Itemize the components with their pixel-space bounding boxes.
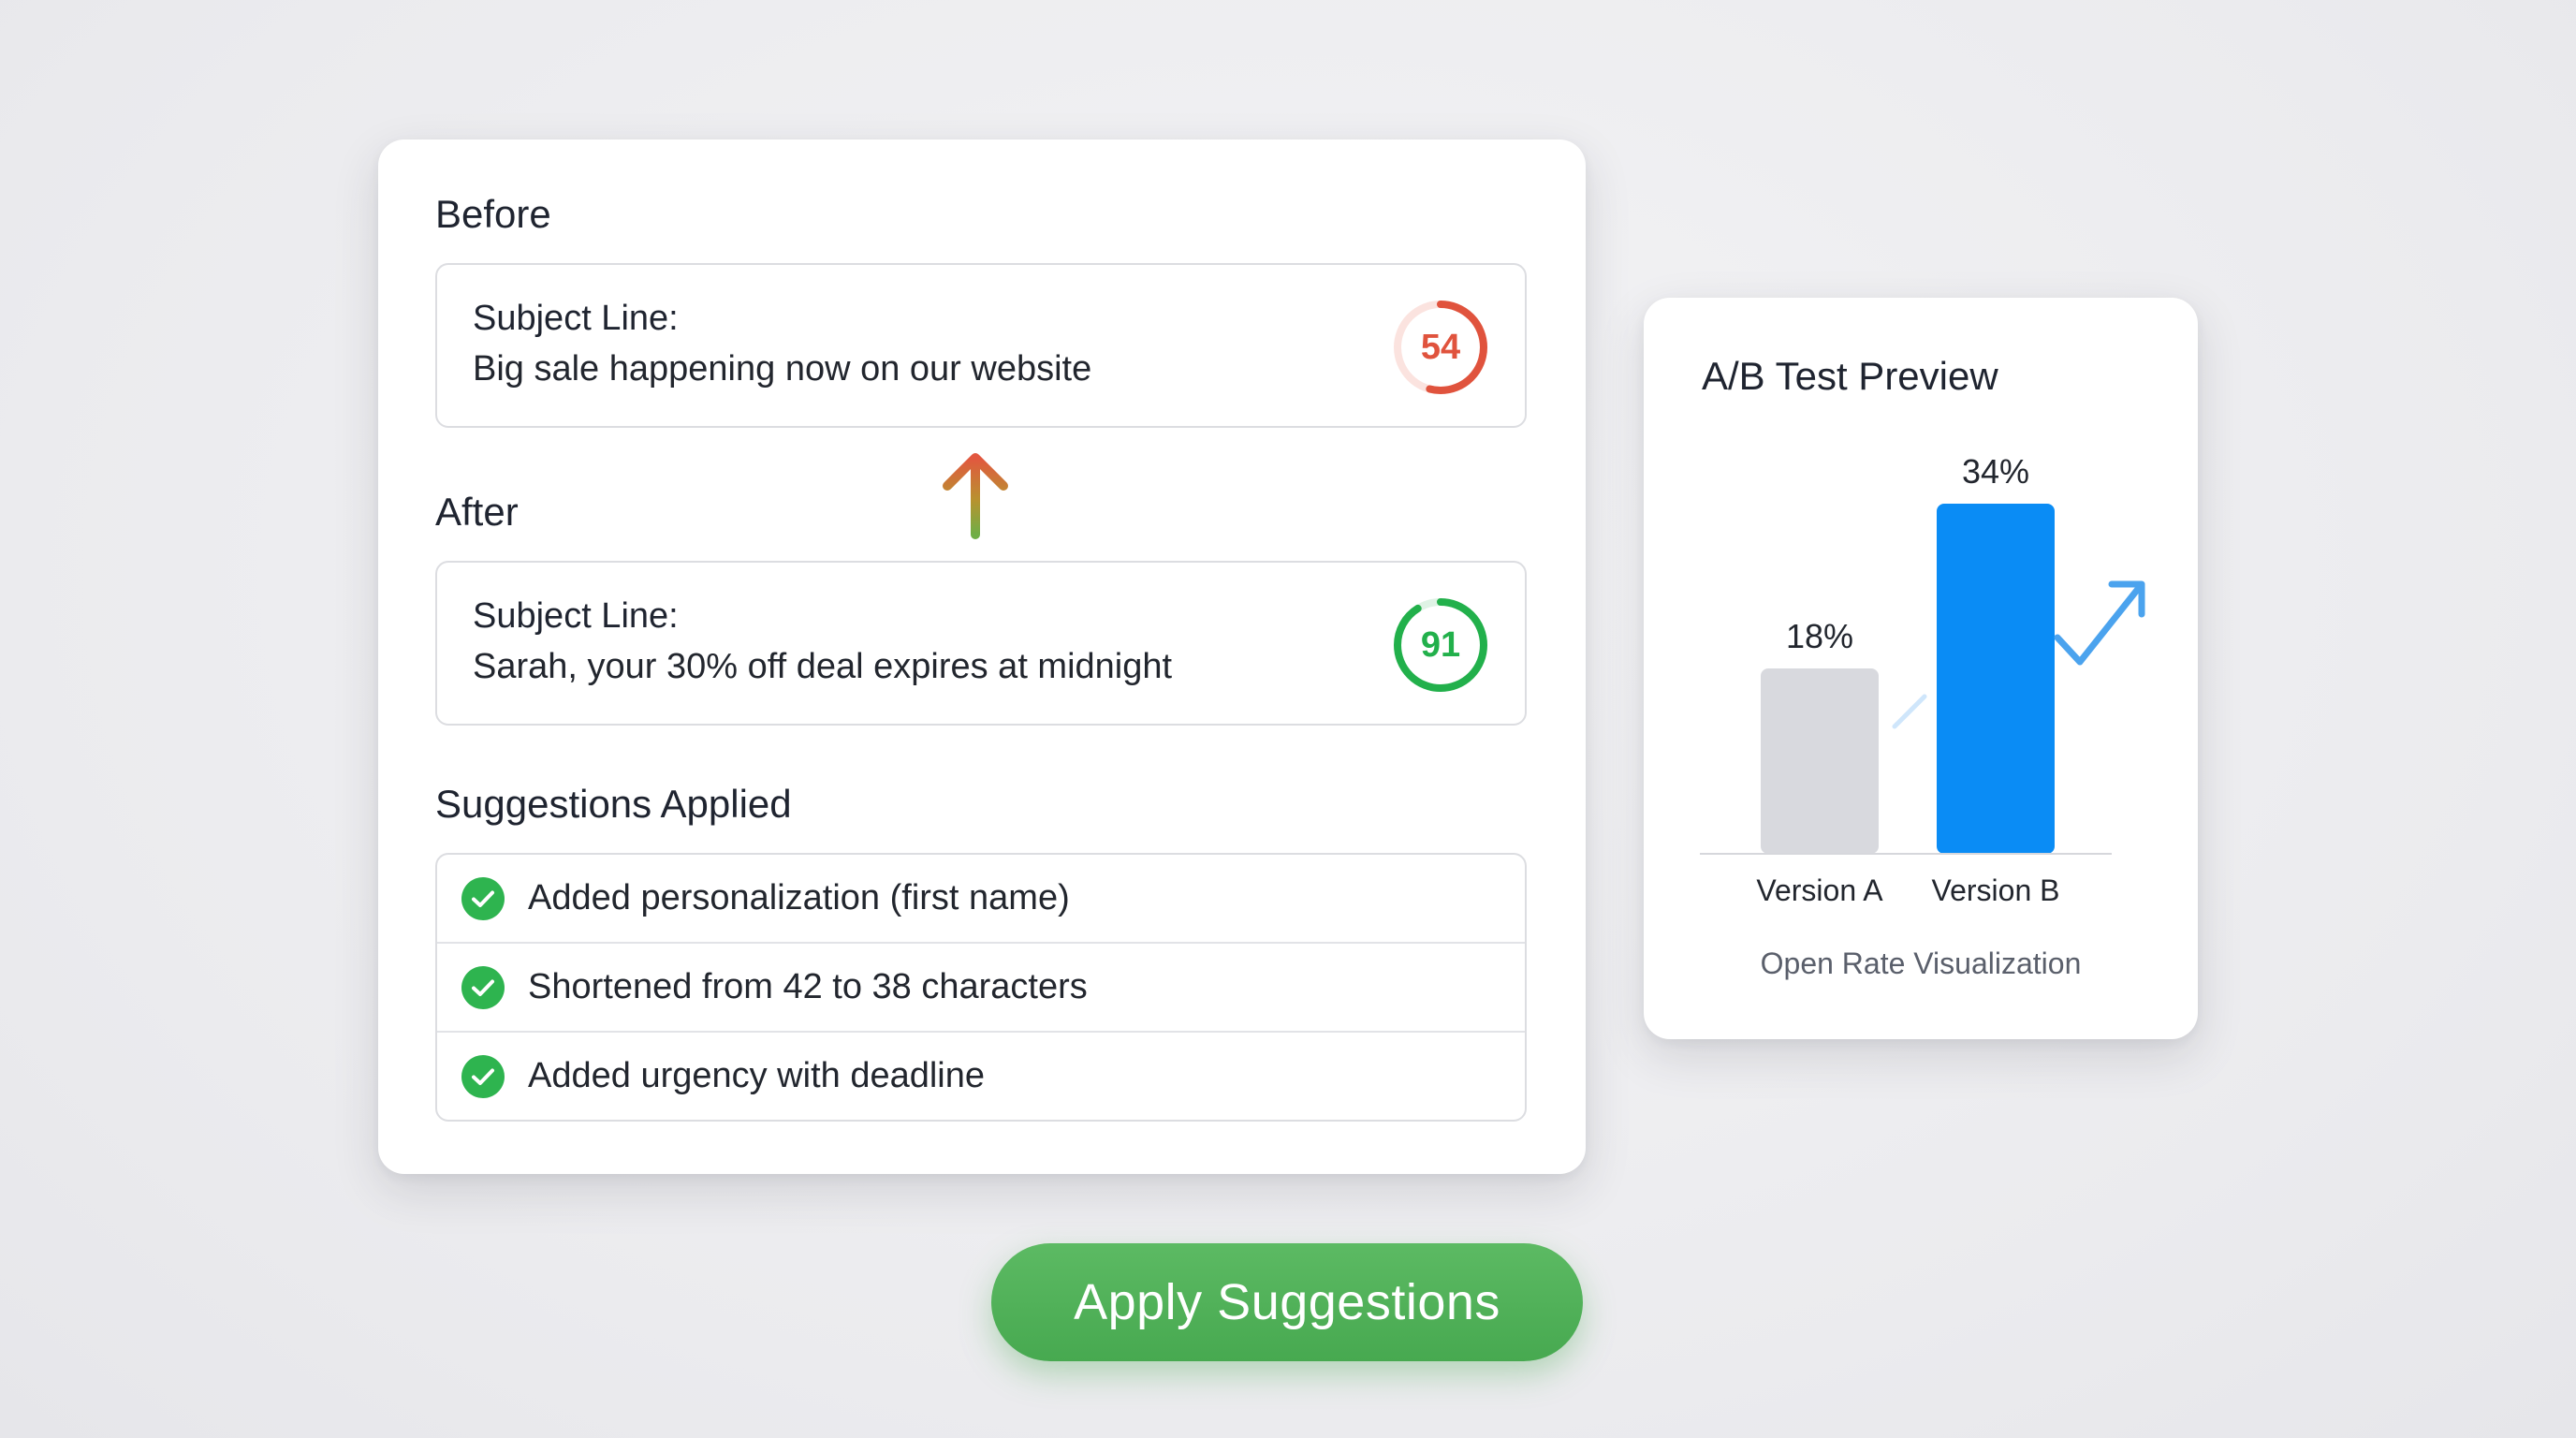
category-tick-label: Version A [1756, 873, 1883, 907]
suggestion-text: Shortened from 42 to 38 characters [528, 967, 1088, 1006]
list-item: Added urgency with deadline [437, 1031, 1525, 1120]
bar-value-label: 18% [1786, 617, 1853, 655]
before-score-value: 54 [1420, 328, 1461, 367]
before-subject-label: Subject Line: [473, 299, 679, 338]
subject-comparison-card: Before Subject Line: Big sale happening … [378, 139, 1586, 1174]
suggestion-text: Added urgency with deadline [528, 1056, 986, 1095]
chart-caption: Open Rate Visualization [1761, 946, 2082, 980]
after-score-gauge: 91 [1390, 594, 1491, 696]
apply-suggestions-button[interactable]: Apply Suggestions [991, 1243, 1583, 1361]
bar-value-label: 34% [1962, 452, 2029, 491]
after-subject-text: Sarah, your 30% off deal expires at midn… [473, 647, 1173, 686]
after-heading: After [435, 490, 519, 534]
before-subject-text: Big sale happening now on our website [473, 349, 1092, 389]
before-score-gauge: 54 [1390, 297, 1491, 398]
after-score-value: 91 [1420, 625, 1461, 665]
open-rate-chart: 18% Version A 34% Version B Open Rate Visual… [1700, 452, 2145, 980]
bar-version-a [1761, 668, 1879, 854]
before-subject-box: Subject Line: Big sale happening now on … [435, 263, 1527, 428]
check-circle-icon [461, 966, 505, 1009]
list-item: Added personalization (first name) [437, 855, 1525, 942]
list-item: Shortened from 42 to 38 characters [437, 942, 1525, 1031]
suggestions-list: Added personalization (first name) Short… [435, 853, 1527, 1122]
check-circle-icon [461, 1055, 505, 1098]
after-subject-label: Subject Line: [473, 596, 679, 636]
category-tick-label: Version B [1932, 873, 2060, 907]
before-heading: Before [435, 192, 551, 236]
suggestion-text: Added personalization (first name) [528, 878, 1070, 917]
suggestions-heading: Suggestions Applied [435, 782, 792, 826]
trend-up-arrow-icon [2054, 580, 2145, 666]
bar-version-b [1937, 504, 2055, 854]
trend-line [1892, 694, 1927, 729]
improvement-arrow-icon [943, 453, 1008, 539]
check-circle-icon [461, 877, 505, 920]
ab-test-preview-card: A/B Test Preview 18% Version A 34% Version … [1644, 298, 2198, 1039]
after-subject-box: Subject Line: Sarah, your 30% off deal e… [435, 561, 1527, 726]
